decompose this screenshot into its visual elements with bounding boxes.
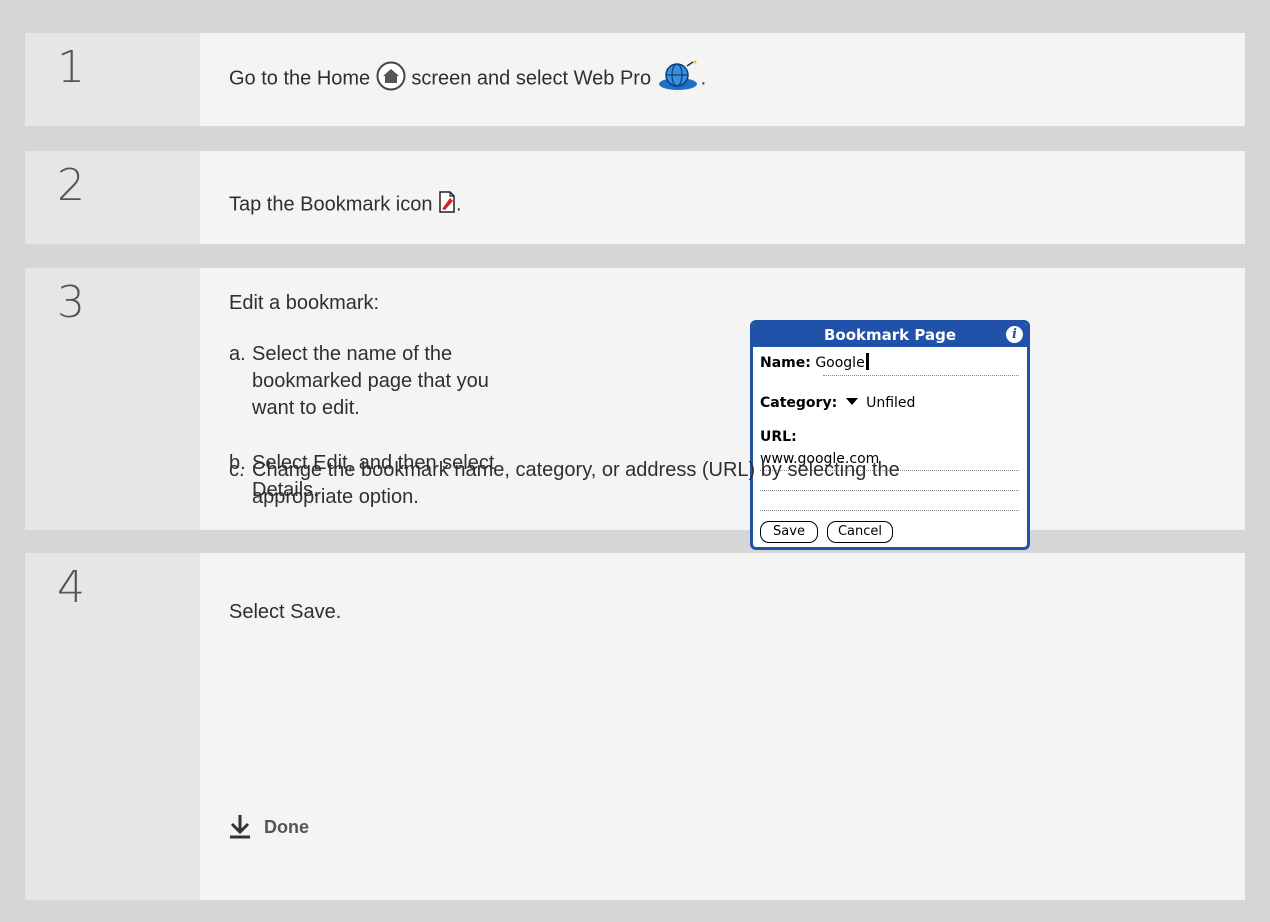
step-3-intro: Edit a bookmark: [229, 292, 380, 314]
step-2-text: Tap the Bookmark icon . [229, 191, 462, 219]
name-underline [823, 375, 1019, 376]
step-number: 2 [25, 151, 200, 244]
step-number: 3 [25, 268, 200, 530]
category-value[interactable]: Unfiled [866, 395, 915, 411]
substep-a: a. Select the name of the bookmarked pag… [229, 343, 489, 419]
step-2: 2 Tap the Bookmark icon . [25, 151, 1245, 244]
step-4-text: Select Save. [229, 601, 342, 623]
cancel-button[interactable]: Cancel [827, 521, 893, 543]
done-marker: Done [229, 813, 309, 844]
dropdown-triangle-icon[interactable] [845, 398, 858, 405]
web-pro-globe-icon [657, 60, 701, 98]
bookmark-page-dialog: Bookmark Page i Name: Google Category: U… [750, 320, 1030, 550]
step-content: Select Save. Done [200, 553, 1245, 900]
bookmark-icon [438, 191, 456, 219]
category-row[interactable]: Category: Unfiled [760, 395, 915, 411]
step-1-text: Go to the Home screen and select Web Pro… [229, 60, 706, 98]
step-content: Tap the Bookmark icon . [200, 151, 1245, 244]
name-field-value[interactable]: Google [815, 355, 864, 371]
dialog-title: Bookmark Page i [753, 323, 1027, 347]
step-number: 1 [25, 33, 200, 126]
step-number: 4 [25, 553, 200, 900]
home-icon [376, 61, 406, 97]
text-cursor [865, 353, 869, 370]
name-field-row[interactable]: Name: Google [760, 353, 869, 371]
save-button[interactable]: Save [760, 521, 818, 543]
step-1: 1 Go to the Home screen and select Web P… [25, 33, 1245, 126]
step-content: Go to the Home screen and select Web Pro… [200, 33, 1245, 126]
step-4: 4 Select Save. Done [25, 553, 1245, 900]
done-arrow-icon [229, 813, 251, 844]
info-icon[interactable]: i [1006, 326, 1023, 343]
url-label: URL: [760, 429, 797, 445]
substep-c: c. Change the bookmark name, category, o… [229, 459, 900, 508]
